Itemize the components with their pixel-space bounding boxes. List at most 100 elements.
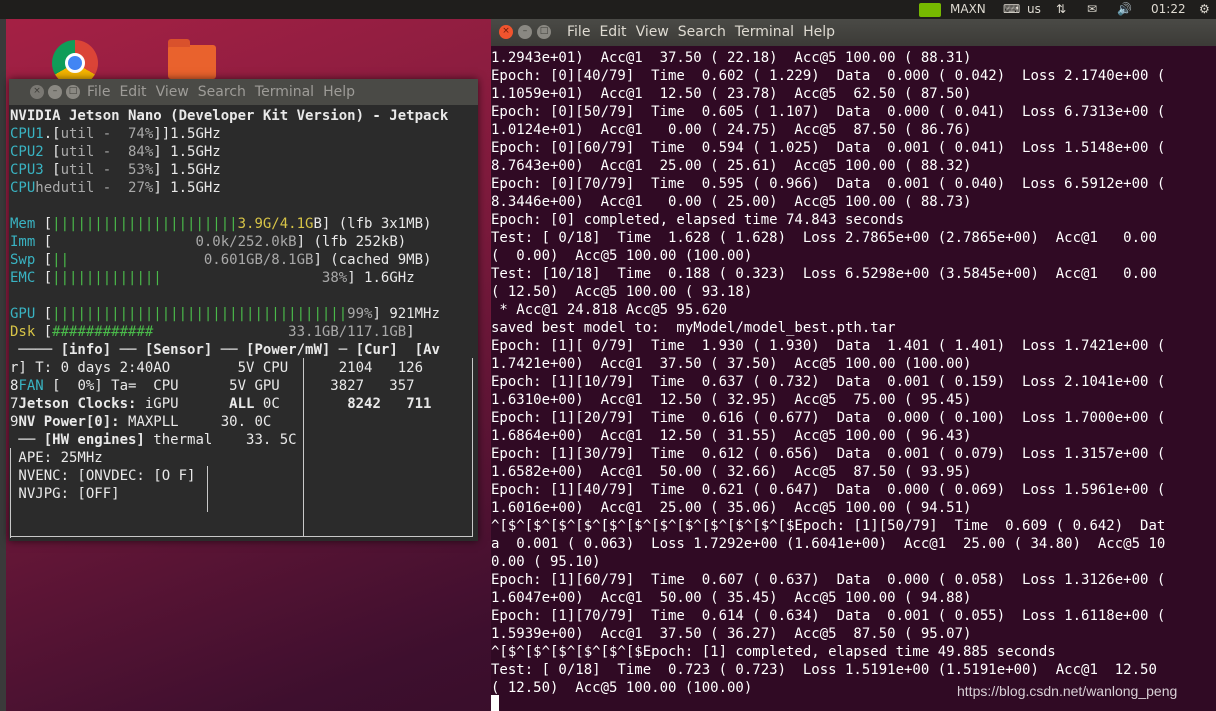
terminal-output-line: ( 12.50) Acc@5 100.00 ( 93.18)	[491, 284, 753, 300]
train-menu-file[interactable]: File	[567, 19, 590, 46]
jtop-line: Mem [||||||||||||||||||||||3.9G/4.1GB] (…	[10, 215, 431, 233]
jtop-text-segment: [	[43, 162, 61, 178]
keyboard-icon[interactable]: ⌨	[1003, 0, 1020, 19]
jtop-line: r] T: 0 days 2:40AO 5V CPU 2104 126	[10, 359, 423, 377]
train-menu-terminal[interactable]: Terminal	[735, 19, 794, 46]
nvidia-icon[interactable]	[919, 0, 941, 19]
jtop-text-segment: .[	[43, 126, 61, 142]
training-menubar: File Edit View Search Terminal Help	[567, 19, 844, 46]
terminal-output-line: Test: [10/18] Time 0.188 ( 0.323) Loss 6…	[491, 266, 1157, 282]
jtop-titlebar[interactable]: × – □ File Edit View Search Terminal Help	[9, 79, 478, 105]
info-box-bottom-border	[10, 536, 472, 537]
jtop-text-segment: [	[35, 252, 53, 268]
terminal-output-line: 0.00 ( 95.10)	[491, 554, 601, 570]
jtop-line: ──── [info] ── [Sensor] ── [Power/mW] ─ …	[10, 341, 440, 359]
jtop-menu-edit[interactable]: Edit	[119, 79, 146, 105]
clock[interactable]: 01:22	[1151, 0, 1186, 19]
jtop-line: NVIDIA Jetson Nano (Developer Kit Versio…	[10, 107, 448, 125]
jtop-text-segment: ||||||||||||||||||||||	[52, 216, 238, 232]
keyboard-layout-indicator[interactable]: us	[1027, 0, 1041, 19]
jtop-text-segment: NVIDIA Jetson Nano (Developer Kit Versio…	[10, 108, 449, 124]
jtop-text-segment: Swp	[10, 252, 36, 268]
close-icon[interactable]: ×	[30, 85, 44, 99]
settings-gear-icon[interactable]: ⚙	[1199, 0, 1210, 19]
jtop-text-segment: ─	[330, 342, 356, 358]
jtop-terminal-window[interactable]: × – □ File Edit View Search Terminal Help NVI…	[9, 79, 478, 541]
terminal-output-line: ( 0.00) Acc@5 100.00 (100.00)	[491, 248, 753, 264]
jtop-text-segment: Dsk	[10, 324, 36, 340]
terminal-output-line: Epoch: [1][10/79] Time 0.637 ( 0.732) Da…	[491, 374, 1166, 390]
terminal-output-line: Epoch: [0][70/79] Time 0.595 ( 0.966) Da…	[491, 176, 1166, 192]
jtop-text-segment: Mem	[10, 216, 36, 232]
jtop-text-segment: ]	[406, 324, 415, 340]
training-output[interactable]: 1.2943e+01) Acc@1 37.50 ( 22.18) Acc@5 1…	[491, 46, 1216, 711]
jtop-text-segment	[153, 324, 288, 340]
terminal-output-line: 1.5939e+00) Acc@1 37.50 ( 36.27) Acc@5 8…	[491, 626, 972, 642]
jtop-text-segment: ────	[10, 342, 61, 358]
jtop-text-segment: CPU1	[10, 126, 44, 142]
terminal-output-line: Epoch: [1][70/79] Time 0.614 ( 0.634) Da…	[491, 608, 1166, 624]
jtop-menu-file[interactable]: File	[87, 79, 110, 105]
terminal-output-line: 1.6016e+00) Acc@1 25.00 ( 35.06) Acc@5 1…	[491, 500, 972, 516]
jtop-text-segment: ALL	[229, 396, 255, 412]
terminal-output-line: a 0.001 ( 0.063) Loss 1.7292e+00 (1.6041…	[491, 536, 1166, 552]
terminal-output-line: Epoch: [0][60/79] Time 0.594 ( 1.025) Da…	[491, 140, 1166, 156]
terminal-output-line: ^[$^[$^[$^[$^[$^[$Epoch: [1] completed, …	[491, 644, 1056, 660]
jtop-text-segment: ||	[52, 252, 70, 268]
jtop-text-segment: 99%	[347, 306, 373, 322]
jtop-text-segment: [	[35, 306, 53, 322]
jtop-line: NVENC: [ONVDEC: [O F]	[10, 467, 195, 485]
maximize-icon[interactable]: □	[66, 85, 80, 99]
terminal-output-line: * Acc@1 24.818 Acc@5 95.620	[491, 302, 728, 318]
terminal-output-line: 1.6582e+00) Acc@1 50.00 ( 32.66) Acc@5 8…	[491, 464, 972, 480]
jtop-text-segment: [	[43, 144, 61, 160]
train-menu-view[interactable]: View	[636, 19, 669, 46]
jtop-text-segment: util - 53%	[60, 162, 154, 178]
jtop-menu-search[interactable]: Search	[198, 79, 246, 105]
jtop-text-segment: APE: 25MHz	[10, 450, 103, 466]
terminal-output-line: Epoch: [1][ 0/79] Time 1.930 ( 1.930) Da…	[491, 338, 1166, 354]
jtop-line: CPU1.[util - 74%]]1.5GHz	[10, 125, 221, 143]
mail-icon[interactable]: ✉	[1087, 0, 1097, 19]
jtop-text-segment: ] 1.5GHz	[153, 180, 221, 196]
terminal-output-line: 1.2943e+01) Acc@1 37.50 ( 22.18) Acc@5 1…	[491, 50, 972, 66]
minimize-icon[interactable]: –	[518, 25, 532, 39]
train-menu-search[interactable]: Search	[678, 19, 726, 46]
minimize-icon[interactable]: –	[48, 85, 62, 99]
jtop-content: NVIDIA Jetson Nano (Developer Kit Versio…	[9, 105, 478, 541]
terminal-cursor	[491, 695, 499, 711]
top-panel: MAXN ⌨ us ⇅ ✉ 🔊 01:22 ⚙	[0, 0, 1216, 19]
jtop-text-segment: util - 74%	[60, 126, 154, 142]
jtop-line: CPU2 [util - 84%] 1.5GHz	[10, 143, 221, 161]
jtop-text-segment: ──	[111, 342, 145, 358]
power-mode-indicator[interactable]: MAXN	[950, 0, 986, 19]
jtop-text-segment: [	[35, 234, 196, 250]
jtop-text-segment: ] 1.6GHz	[347, 270, 415, 286]
jtop-text-segment: ──	[10, 432, 44, 448]
watermark: https://blog.csdn.net/wanlong_peng	[957, 683, 1178, 699]
network-icon[interactable]: ⇅	[1056, 0, 1066, 19]
jtop-menu-help[interactable]: Help	[323, 79, 355, 105]
jtop-text-segment: 0.0k/252.0kB	[195, 234, 297, 250]
training-titlebar[interactable]: × – □ File Edit View Search Terminal Help	[491, 19, 1216, 46]
jtop-line: GPU [|||||||||||||||||||||||||||||||||||…	[10, 305, 440, 323]
jtop-text-segment: ] (lfb 252kB)	[296, 234, 407, 250]
jtop-text-segment: CPU	[10, 180, 36, 196]
close-icon[interactable]: ×	[499, 25, 513, 39]
jtop-text-segment: ] (cached 9MB)	[313, 252, 432, 268]
volume-icon[interactable]: 🔊	[1117, 0, 1132, 19]
maximize-icon[interactable]: □	[537, 25, 551, 39]
folder-desktop-icon[interactable]	[168, 39, 216, 79]
jtop-line: CPUhedutil - 27%] 1.5GHz	[10, 179, 221, 197]
jtop-text-segment: MAXPLL 30. 0C	[119, 414, 272, 430]
jtop-text-segment: [HW engines]	[43, 432, 145, 448]
jtop-menu-view[interactable]: View	[156, 79, 189, 105]
train-menu-edit[interactable]: Edit	[599, 19, 626, 46]
jtop-menu-terminal[interactable]: Terminal	[255, 79, 314, 105]
jtop-text-segment: |||||||||||||||||||||||||||||||||||	[52, 306, 348, 322]
training-terminal-window[interactable]: × – □ File Edit View Search Terminal Help 1.2…	[491, 19, 1216, 711]
power-box-divider	[303, 358, 304, 536]
jtop-text-segment: Jetson Clocks:	[18, 396, 137, 412]
train-menu-help[interactable]: Help	[803, 19, 835, 46]
jtop-text-segment: thermal 33. 5C	[144, 432, 297, 448]
